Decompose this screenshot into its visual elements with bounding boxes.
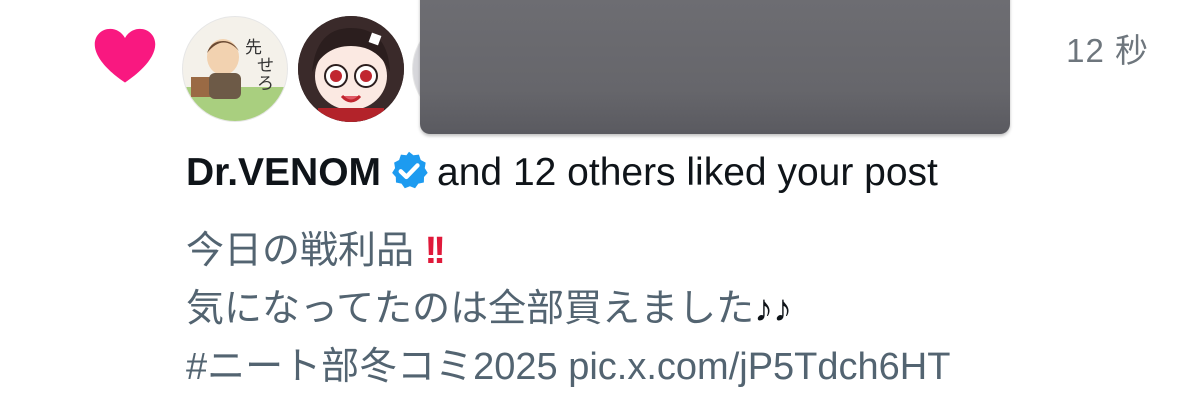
svg-text:先: 先	[245, 38, 262, 58]
post-line-2: 気になってたのは全部買えました♪♪	[186, 280, 950, 338]
double-exclamation-emoji: !!	[424, 230, 446, 272]
post-preview[interactable]: 今日の戦利品 !! 気になってたのは全部買えました♪♪ #ニート部冬コミ2025…	[186, 222, 950, 396]
verified-badge-icon	[387, 149, 431, 193]
heart-icon	[92, 26, 158, 84]
redacted-area	[420, 0, 1010, 134]
avatar-user-1[interactable]: 先 せ ろ	[182, 16, 288, 122]
music-notes-emoji: ♪♪	[754, 288, 793, 330]
notification-headline: Dr.VENOM and 12 others liked your post	[186, 148, 938, 198]
post-line-3: #ニート部冬コミ2025 pic.x.com/jP5Tdch6HT	[186, 346, 951, 388]
svg-text:ろ: ろ	[257, 74, 274, 94]
user-name-link[interactable]: Dr.VENOM	[186, 151, 381, 194]
action-text: and 12 others liked your post	[437, 151, 938, 194]
timestamp: 12 秒	[1066, 32, 1149, 69]
svg-text:せ: せ	[257, 56, 274, 76]
post-line-1: 今日の戦利品 !!	[186, 222, 950, 280]
post-line-2-text: 気になってたのは全部買えました	[186, 288, 755, 330]
avatar-user-2[interactable]	[298, 16, 404, 122]
post-line-1-text: 今日の戦利品	[186, 230, 415, 272]
